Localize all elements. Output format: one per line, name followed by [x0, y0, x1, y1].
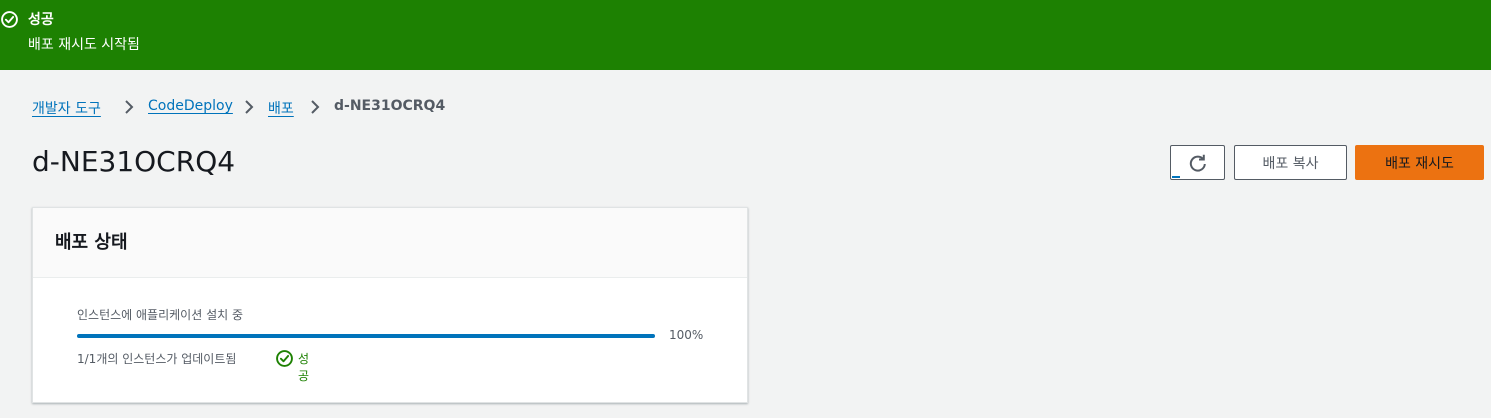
chevron-right-icon — [245, 100, 254, 114]
panel-header: 배포 상태 — [33, 208, 747, 278]
refresh-icon — [1189, 154, 1206, 172]
progress-percent: 100% — [669, 328, 704, 342]
breadcrumb-developer-tools[interactable]: 개발자 도구 — [32, 98, 101, 118]
refresh-button[interactable] — [1170, 145, 1225, 180]
deployment-status-panel: 배포 상태 인스턴스에 애플리케이션 설치 중 100% 1/1개의 인스턴스가… — [32, 207, 748, 403]
success-flashbar: 성공 배포 재시도 시작됨 — [0, 0, 1491, 70]
status-text: 성공 — [298, 352, 310, 383]
panel-title: 배포 상태 — [55, 232, 128, 253]
flash-header: 성공 — [28, 12, 54, 28]
progress-bar-fill — [77, 334, 655, 338]
progress-bar — [77, 334, 655, 338]
focus-indicator — [1172, 176, 1180, 178]
breadcrumb-deployments[interactable]: 배포 — [268, 98, 294, 118]
check-circle-icon — [276, 350, 293, 367]
retry-deployment-button[interactable]: 배포 재시도 — [1355, 145, 1484, 180]
copy-deployment-button[interactable]: 배포 복사 — [1234, 145, 1347, 180]
check-circle-icon — [1, 11, 18, 28]
instances-updated-text: 1/1개의 인스턴스가 업데이트됨 — [77, 352, 237, 366]
page-title: d-NE31OCRQ4 — [32, 145, 236, 178]
breadcrumb-codedeploy[interactable]: CodeDeploy — [148, 98, 233, 114]
flash-message: 배포 재시도 시작됨 — [28, 37, 140, 53]
chevron-right-icon — [125, 100, 134, 114]
chevron-right-icon — [311, 100, 320, 114]
breadcrumb-current: d-NE31OCRQ4 — [334, 98, 446, 114]
progress-label: 인스턴스에 애플리케이션 설치 중 — [77, 308, 244, 322]
